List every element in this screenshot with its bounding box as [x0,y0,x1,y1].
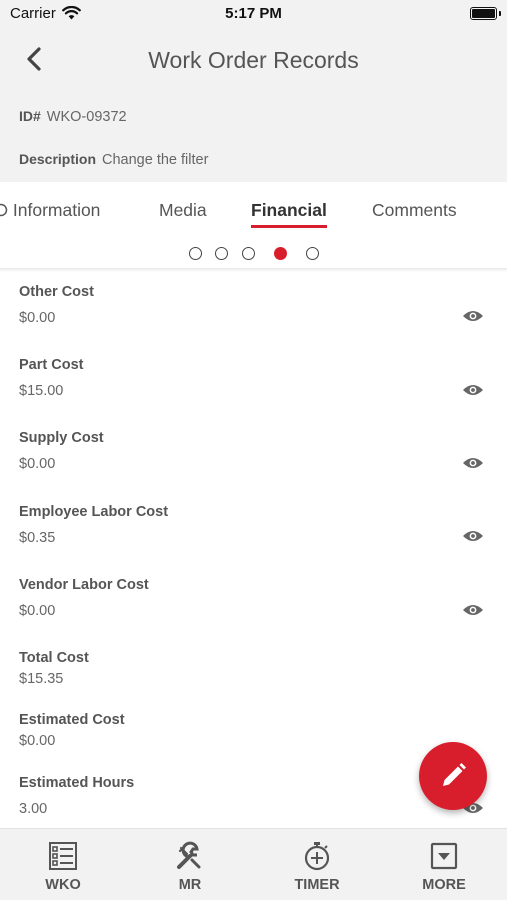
field-value-total-cost: $15.35 [19,671,64,687]
field-label-total-cost: Total Cost [19,650,89,666]
list-icon [49,842,77,870]
page-dot-active[interactable] [274,247,287,260]
field-label-estimated-cost: Estimated Cost [19,712,125,728]
tab-media-label: Media [159,200,207,220]
tab-information-label: Information [12,200,101,220]
field-label-supply-cost: Supply Cost [19,430,104,446]
bottom-nav-wko-label: WKO [45,877,81,893]
record-description-row: Description Change the filter [19,151,208,168]
stopwatch-icon [304,842,330,871]
eye-icon[interactable] [462,529,484,543]
active-tab-indicator [251,225,327,228]
field-value-supply-cost: $0.00 [19,456,56,472]
nav-bar: Work Order Records [0,30,507,94]
field-value-other-cost: $0.00 [19,310,56,326]
tab-comments-label: Comments [372,200,457,220]
tab-comments[interactable]: Comments [372,200,457,221]
bottom-nav-more[interactable]: MORE [389,829,499,900]
tab-media[interactable]: Media [159,200,207,221]
page-dot[interactable] [215,247,228,260]
record-description-label: Description [19,151,97,167]
battery-cap [499,11,501,16]
edit-fab-button[interactable] [419,742,487,810]
eye-icon[interactable] [462,456,484,470]
page-dot[interactable] [306,247,319,260]
field-label-part-cost: Part Cost [19,357,84,373]
tabs-divider [0,268,507,272]
wrench-icon [177,841,201,869]
field-value-estimated-cost: $0.00 [19,733,56,749]
dropdown-box-icon [430,842,458,870]
status-bar: Carrier 5:17 PM [0,0,507,30]
field-value-estimated-hours: 3.00 [19,801,48,817]
record-id-row: ID# WKO-09372 [19,108,127,125]
clock: 5:17 PM [225,5,282,22]
record-id-value: WKO-09372 [46,109,127,125]
pencil-icon [443,763,466,786]
tab-information[interactable]: Information [0,200,100,221]
bottom-nav-mr[interactable]: MR [135,829,245,900]
record-summary: ID# WKO-09372 Description Change the filte… [0,94,507,182]
field-value-vendor-labor-cost: $0.00 [19,603,56,619]
bottom-nav-more-label: MORE [422,877,466,893]
field-label-other-cost: Other Cost [19,284,94,300]
field-label-estimated-hours: Estimated Hours [19,775,135,791]
field-label-vendor-labor-cost: Vendor Labor Cost [19,577,149,593]
bottom-nav-mr-label: MR [178,877,202,893]
field-value-part-cost: $15.00 [19,383,64,399]
page-dot[interactable] [189,247,202,260]
bottom-nav-wko[interactable]: WKO [8,829,118,900]
circle-icon [0,203,8,217]
battery-icon [470,7,497,20]
eye-icon[interactable] [462,309,484,323]
bottom-nav-timer[interactable]: TIMER [262,829,372,900]
tab-bar: Information Media Financial Comments [0,182,507,268]
record-id-label: ID# [19,108,41,124]
page-dot[interactable] [242,247,255,260]
eye-icon[interactable] [462,603,484,617]
bottom-nav: WKO MR TIMER MORE [0,828,507,900]
record-description-value: Change the filter [102,152,209,168]
tab-financial-label: Financial [251,200,327,220]
bottom-nav-timer-label: TIMER [294,877,340,893]
eye-icon[interactable] [462,383,484,397]
field-value-employee-labor-cost: $0.35 [19,530,56,546]
tab-financial[interactable]: Financial [251,200,327,228]
field-label-employee-labor-cost: Employee Labor Cost [19,504,169,520]
page-title: Work Order Records [148,47,359,73]
